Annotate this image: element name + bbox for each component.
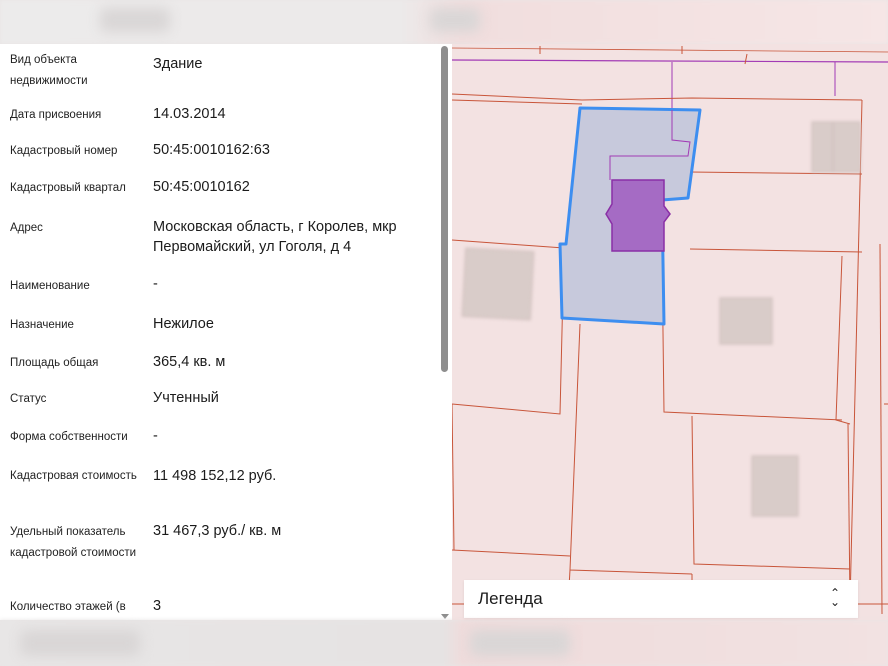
- blurred-footer-item: [470, 630, 570, 656]
- blurred-header-item: [430, 8, 480, 32]
- info-value: -: [153, 276, 158, 292]
- info-label: Назначение: [10, 319, 74, 331]
- panel-scrollbar-thumb[interactable]: [441, 46, 448, 372]
- info-row-object-type: Вид объекта недвижимости Здание: [0, 50, 440, 90]
- info-row-cadastral-value: Кадастровая стоимость 11 498 152,12 руб.: [0, 466, 440, 510]
- map-legend[interactable]: Легенда ⌃ ⌄: [464, 580, 858, 618]
- info-row-purpose: Назначение Нежилое: [0, 315, 440, 337]
- blurred-footer-item: [20, 630, 140, 656]
- info-row-ownership-form: Форма собственности -: [0, 427, 440, 449]
- info-value: Учтенный: [153, 390, 219, 406]
- info-label: Количество этажей (в: [10, 601, 126, 613]
- info-row-cadastral-number: Кадастровый номер 50:45:0010162:63: [0, 141, 440, 163]
- object-info-panel[interactable]: Вид объекта недвижимости Здание Дата при…: [0, 44, 452, 620]
- info-value: 50:45:0010162:63: [153, 142, 270, 158]
- info-label: Кадастровый номер: [10, 145, 118, 157]
- info-row-floors: Количество этажей (в 3: [0, 597, 440, 619]
- info-row-cadastral-quarter: Кадастровый квартал 50:45:0010162: [0, 178, 440, 200]
- scroll-down-arrow-icon[interactable]: [441, 614, 449, 619]
- cadastral-map-canvas: [452, 44, 888, 620]
- info-label: Наименование: [10, 280, 90, 292]
- info-value: 11 498 152,12 руб.: [153, 468, 277, 484]
- info-value: 365,4 кв. м: [153, 354, 226, 370]
- info-value: -: [153, 428, 158, 444]
- info-label: Удельный показатель кадастровой стоимост…: [10, 526, 137, 559]
- info-label: Форма собственности: [10, 431, 128, 443]
- info-value: 31 467,3 руб./ кв. м: [153, 523, 282, 539]
- info-row-status: Статус Учтенный: [0, 389, 440, 411]
- info-row-name: Наименование -: [0, 276, 440, 298]
- cadastral-map[interactable]: [452, 44, 888, 620]
- info-label: Дата присвоения: [10, 109, 102, 121]
- info-label: Площадь общая: [10, 357, 99, 369]
- info-value: Московская область, г Королев, мкр Перво…: [153, 219, 397, 255]
- info-label: Статус: [10, 393, 47, 405]
- info-label: Адрес: [10, 222, 43, 234]
- info-value: Здание: [153, 56, 203, 72]
- info-value: 14.03.2014: [153, 106, 226, 122]
- info-value: Нежилое: [153, 316, 214, 332]
- info-value: 50:45:0010162: [153, 179, 250, 195]
- info-row-specific-value: Удельный показатель кадастровой стоимост…: [0, 522, 440, 586]
- info-label: Кадастровая стоимость: [10, 470, 137, 482]
- info-value: 3: [153, 598, 162, 614]
- legend-title: Легенда: [478, 589, 543, 608]
- info-row-address: Адрес Московская область, г Королев, мкр…: [0, 218, 440, 262]
- info-row-total-area: Площадь общая 365,4 кв. м: [0, 353, 440, 375]
- info-label: Вид объекта недвижимости: [10, 54, 88, 87]
- info-row-assignment-date: Дата присвоения 14.03.2014: [0, 105, 440, 127]
- blurred-header-item: [100, 8, 170, 32]
- info-label: Кадастровый квартал: [10, 182, 126, 194]
- chevron-up-down-icon[interactable]: ⌃ ⌄: [828, 587, 842, 609]
